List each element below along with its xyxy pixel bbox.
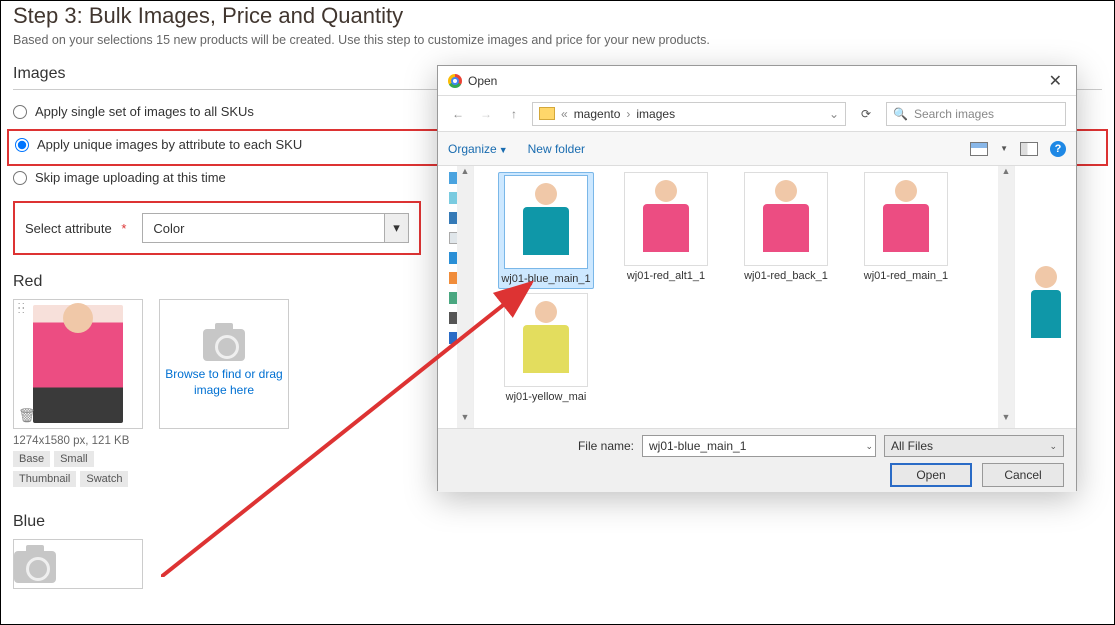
file-item[interactable]: wj01-blue_main_1	[498, 172, 594, 289]
search-input[interactable]: 🔍 Search images	[886, 102, 1066, 126]
radio-input-single[interactable]	[13, 105, 27, 119]
search-icon: 🔍	[893, 107, 908, 121]
sidebar: ▲ ▼	[438, 166, 474, 428]
breadcrumb[interactable]: « magento › images ⌄	[532, 102, 846, 126]
filename-label: File name:	[578, 439, 634, 453]
filename-input[interactable]: wj01-blue_main_1 ⌄	[642, 435, 876, 457]
browse-dropzone-blue[interactable]	[13, 539, 143, 589]
tag-swatch[interactable]: Swatch	[80, 471, 128, 487]
file-name: wj01-blue_main_1	[501, 273, 591, 286]
help-icon[interactable]: ?	[1050, 141, 1066, 157]
camera-icon	[14, 551, 56, 583]
drag-handle-icon[interactable]: ∷∷	[18, 304, 24, 314]
preview-pane-icon[interactable]	[1020, 142, 1038, 156]
camera-icon	[203, 329, 245, 361]
dialog-footer: File name: wj01-blue_main_1 ⌄ All Files …	[438, 428, 1076, 492]
dialog-title: Open	[468, 74, 497, 88]
grid-scrollbar[interactable]: ▲ ▼	[998, 166, 1014, 428]
radio-label: Skip image uploading at this time	[35, 170, 226, 185]
file-name: wj01-yellow_mai	[498, 391, 594, 404]
search-placeholder: Search images	[914, 107, 994, 121]
open-button[interactable]: Open	[890, 463, 972, 487]
trash-icon[interactable]: 🗑	[18, 407, 36, 424]
filename-value: wj01-blue_main_1	[649, 439, 746, 453]
nav-up-icon[interactable]: ↑	[504, 107, 524, 121]
required-star: *	[121, 221, 126, 236]
dialog-nav: ← → ↑ « magento › images ⌄ ⟳ 🔍 Search im…	[438, 96, 1076, 132]
preview-image	[1031, 266, 1061, 316]
radio-input-skip[interactable]	[13, 171, 27, 185]
browse-dropzone[interactable]: Browse to find or drag image here	[159, 299, 289, 429]
chevron-down-icon[interactable]: ⌄	[1049, 441, 1057, 452]
dialog-titlebar: Open ✕	[438, 66, 1076, 96]
tag-thumbnail[interactable]: Thumbnail	[13, 471, 76, 487]
file-open-dialog: Open ✕ ← → ↑ « magento › images ⌄ ⟳ 🔍 Se…	[437, 65, 1077, 491]
breadcrumb-part-2[interactable]: images	[636, 107, 675, 121]
attribute-value: Color	[153, 221, 184, 236]
tag-base[interactable]: Base	[13, 451, 50, 467]
nav-back-icon[interactable]: ←	[448, 107, 468, 121]
radio-input-unique[interactable]	[15, 138, 29, 152]
sidebar-scrollbar[interactable]: ▲ ▼	[457, 166, 473, 428]
close-icon[interactable]: ✕	[1045, 71, 1066, 91]
file-name: wj01-red_main_1	[858, 270, 954, 283]
radio-label: Apply unique images by attribute to each…	[37, 137, 302, 152]
chrome-icon	[448, 74, 462, 88]
chevron-down-icon[interactable]: ⌄	[865, 441, 873, 452]
highlight-select-attribute: Select attribute * Color ▾	[13, 201, 421, 255]
file-name: wj01-red_back_1	[738, 270, 834, 283]
product-image	[33, 305, 123, 423]
attribute-label: Select attribute	[25, 221, 112, 236]
file-item[interactable]: wj01-yellow_mai	[498, 293, 594, 404]
scroll-up-icon[interactable]: ▲	[998, 166, 1014, 182]
chevron-down-icon[interactable]: ▼	[1000, 144, 1008, 153]
chevron-right-icon: ›	[626, 107, 630, 121]
file-item[interactable]: wj01-red_alt1_1	[618, 172, 714, 289]
view-mode-icon[interactable]	[970, 142, 988, 156]
filetype-select[interactable]: All Files ⌄	[884, 435, 1064, 457]
folder-icon	[539, 107, 555, 120]
step-title: Step 3: Bulk Images, Price and Quantity	[13, 3, 1102, 29]
breadcrumb-part-1[interactable]: magento	[574, 107, 621, 121]
scroll-down-icon[interactable]: ▼	[998, 412, 1014, 428]
nav-forward-icon[interactable]: →	[476, 107, 496, 121]
scroll-up-icon[interactable]: ▲	[457, 166, 473, 182]
file-item[interactable]: wj01-red_back_1	[738, 172, 834, 289]
preview-pane	[1014, 166, 1076, 428]
file-grid[interactable]: wj01-blue_main_1 wj01-red_alt1_1 wj01-re…	[474, 166, 1014, 428]
section-blue-label: Blue	[13, 513, 1102, 531]
filetype-value: All Files	[891, 439, 933, 453]
cancel-button[interactable]: Cancel	[982, 463, 1064, 487]
organize-button[interactable]: Organize▼	[448, 142, 508, 156]
scroll-down-icon[interactable]: ▼	[457, 412, 473, 428]
chevron-down-icon: ▾	[384, 214, 408, 242]
file-item[interactable]: wj01-red_main_1	[858, 172, 954, 289]
image-meta: 1274x1580 px, 121 KB	[13, 435, 143, 447]
refresh-icon[interactable]: ⟳	[854, 102, 878, 126]
radio-label: Apply single set of images to all SKUs	[35, 104, 254, 119]
tag-small[interactable]: Small	[54, 451, 94, 467]
chevron-down-icon[interactable]: ⌄	[829, 107, 839, 121]
attribute-select[interactable]: Color ▾	[142, 213, 409, 243]
file-name: wj01-red_alt1_1	[618, 270, 714, 283]
step-subtitle: Based on your selections 15 new products…	[13, 33, 1102, 47]
browse-text: Browse to find or drag image here	[160, 367, 288, 398]
breadcrumb-sep: «	[561, 107, 568, 121]
newfolder-button[interactable]: New folder	[528, 142, 585, 156]
uploaded-image-card[interactable]: ∷∷ 🗑 1274x1580 px, 121 KB Base Small Thu…	[13, 299, 143, 487]
dialog-toolbar: Organize▼ New folder ▼ ?	[438, 132, 1076, 166]
